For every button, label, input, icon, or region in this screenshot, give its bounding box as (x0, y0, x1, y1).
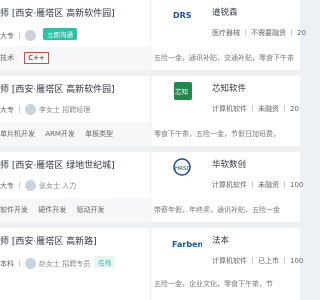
company-benefits: 五险一金，企业文化，零食下午茶，节 (154, 272, 300, 296)
company-benefits: 零食下午茶，五险一金，节假日加班费， (154, 122, 300, 146)
divider (150, 228, 151, 300)
svg-text:DRS: DRS (173, 11, 192, 20)
recruiter-info: 李女士 招聘经理 (39, 106, 91, 114)
svg-text:芯知: 芯知 (175, 87, 188, 96)
job-requirements: 大专 立即沟通 (0, 28, 77, 41)
job-requirements: 本科 赵女士 招聘专员 在线 (0, 256, 116, 269)
avatar (25, 30, 36, 41)
job-location: 师 [西安·雁塔区 高新路] (0, 237, 97, 247)
avatar (25, 258, 36, 269)
company-name[interactable]: 道锐森 (212, 6, 238, 18)
education-requirement: 大专 (0, 182, 14, 190)
company-tags: 医疗器械 不需要融资 20 (212, 29, 306, 37)
svg-text:HRSC: HRSC (175, 166, 190, 172)
avatar (25, 180, 36, 191)
recruiter-info: 张女士 人力 (39, 182, 77, 190)
education-requirement: 大专 (0, 32, 14, 40)
avatar (25, 104, 36, 115)
skill-tag[interactable]: 单板类型 (85, 130, 113, 138)
skill-tags: 技术 C++ (0, 46, 150, 70)
education-requirement: 大专 (0, 106, 14, 114)
skill-tag: 技术 (0, 54, 14, 62)
hrsc-logo-icon[interactable]: HRSC (172, 158, 202, 176)
company-tags: 计算机软件 未融资 100 (212, 181, 304, 189)
drs-logo-icon[interactable]: DRS (172, 6, 202, 24)
skill-tag[interactable]: ARM开发 (45, 130, 75, 138)
company-name[interactable]: 华软数创 (212, 158, 246, 170)
job-card[interactable]: 师 [西安·雁塔区 高新软件园] 大专 李女士 招聘经理 单片机开发 ARM开发 … (0, 76, 300, 146)
skill-tag[interactable]: 软件开发 (0, 206, 28, 214)
skill-tag[interactable]: 单片机开发 (0, 130, 35, 138)
job-location: 师 [西安·雁塔区 高新软件园] (0, 85, 115, 95)
education-requirement: 本科 (0, 260, 14, 268)
job-requirements: 大专 张女士 人力 (0, 180, 76, 191)
job-card[interactable]: 师 [西安·雁塔区 高新软件园] 大专 立即沟通 技术 C++ DRS 道锐森 医… (0, 0, 306, 70)
job-location: 师 [西安·雁塔区 高新软件园] (0, 9, 115, 19)
divider (19, 32, 20, 39)
farben-logo-icon[interactable]: Farben (172, 234, 202, 252)
skill-tag[interactable]: 驱动开发 (76, 206, 104, 214)
online-status-badge: 在线 (94, 256, 116, 268)
job-card[interactable]: 师 [西安·雁塔区 绿地世纪城] 大专 张女士 人力 软件开发 硬件开发 驱动开发… (0, 152, 304, 222)
skill-tags: 软件开发 硬件开发 驱动开发 (0, 198, 150, 222)
job-location: 师 [西安·雁塔区 绿地世纪城] (0, 161, 115, 171)
company-name[interactable]: 芯知软件 (212, 82, 246, 94)
xinzhi-logo-icon[interactable]: 芯知 (172, 82, 202, 100)
divider (150, 76, 151, 146)
skill-tag[interactable]: 硬件开发 (38, 206, 66, 214)
job-card[interactable]: 师 [西安·雁塔区 高新路] 本科 赵女士 招聘专员 在线 Farben 法本 计算… (0, 228, 304, 300)
company-name[interactable]: 法本 (212, 234, 229, 246)
skill-tag[interactable]: C++ (24, 52, 49, 64)
company-tags: 计算机软件 未融资 20 (212, 105, 299, 113)
job-requirements: 大专 李女士 招聘经理 (0, 104, 90, 115)
divider (150, 152, 151, 222)
divider (150, 0, 151, 70)
company-tags: 计算机软件 已上市 100 (212, 257, 304, 265)
recruiter-info: 赵女士 招聘专员 (39, 260, 91, 268)
skill-tags: 单片机开发 ARM开发 单板类型 (0, 122, 150, 146)
company-benefits: 带薪年假，年终奖，通讯补贴，五险一金 (154, 198, 300, 222)
chat-now-button[interactable]: 立即沟通 (43, 28, 77, 40)
company-benefits: 五险一金，通讯补贴，交通补贴，零食下午茶 (154, 46, 300, 70)
svg-text:Farben: Farben (172, 240, 202, 249)
